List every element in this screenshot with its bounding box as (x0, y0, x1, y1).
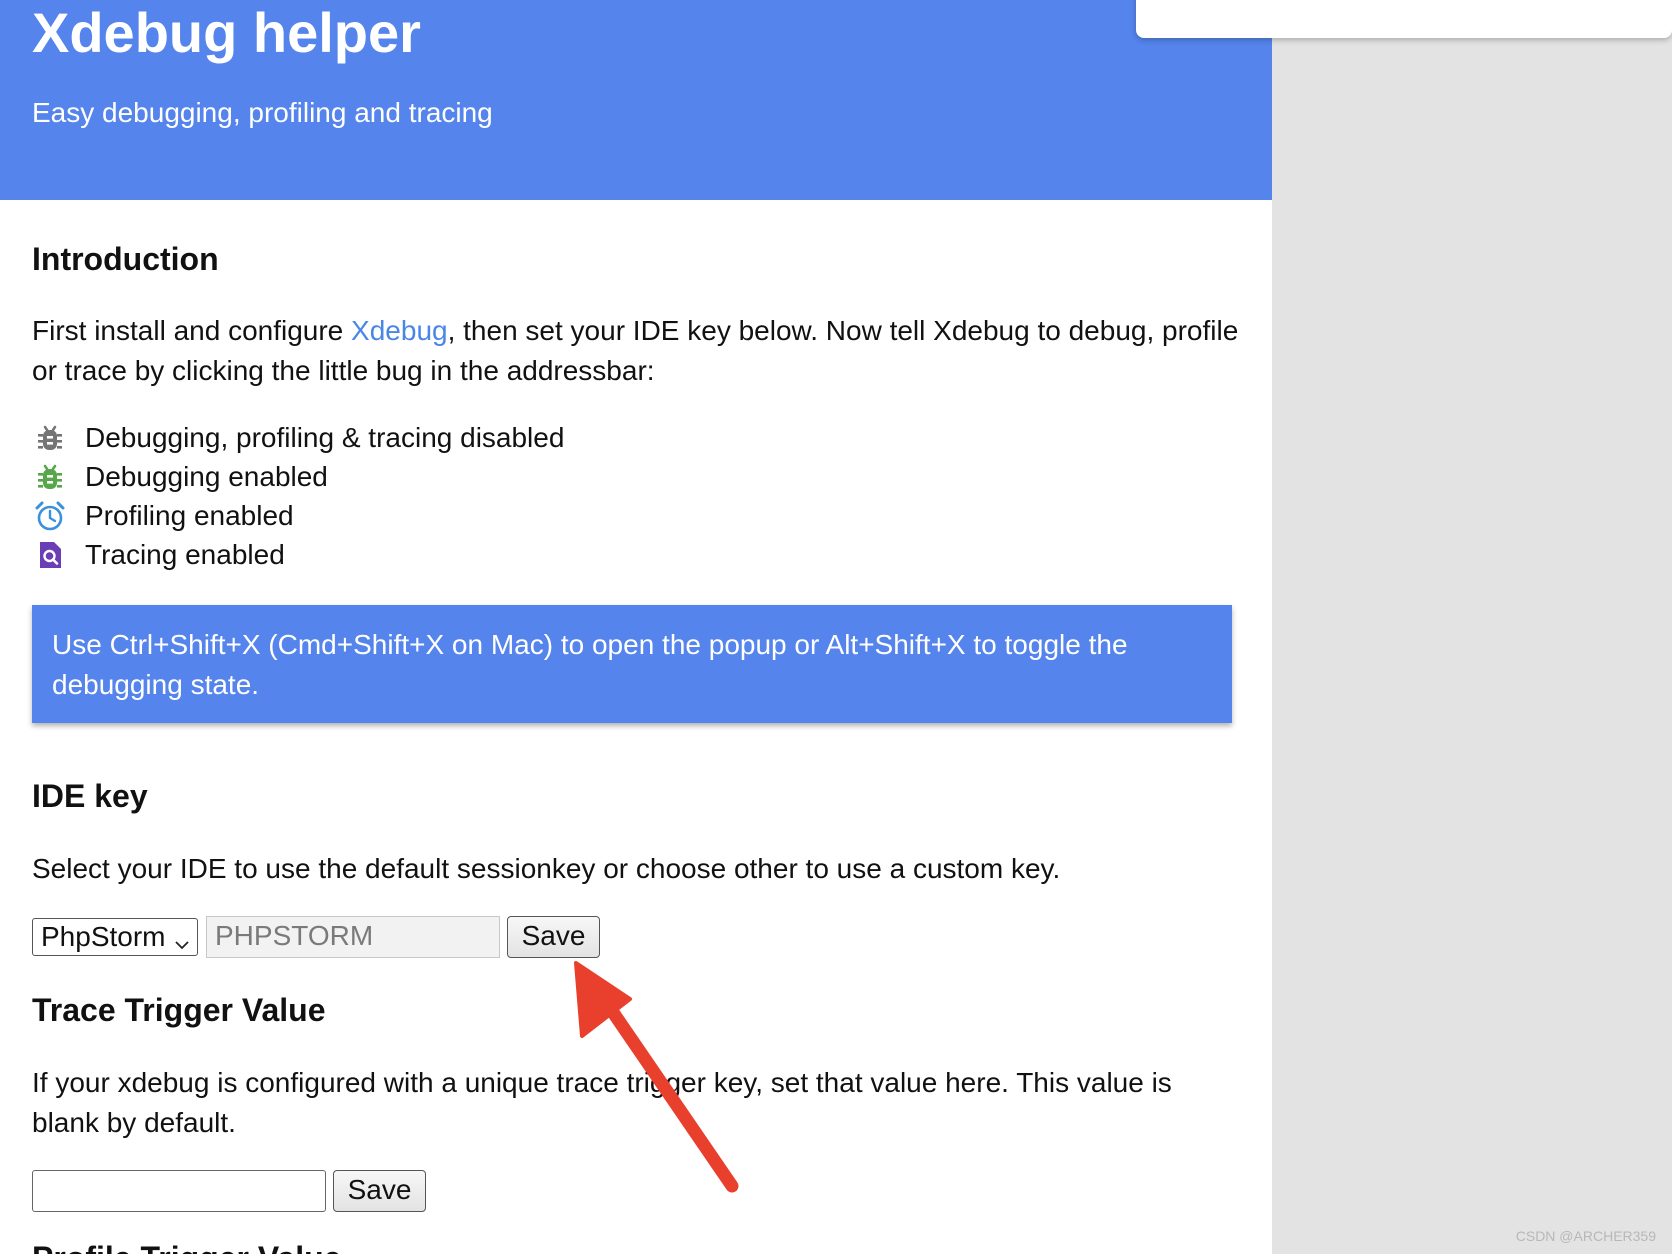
ide-key-input[interactable]: PHPSTORM (206, 916, 500, 958)
introduction-text: First install and configure Xdebug, then… (32, 311, 1242, 391)
options-page: Xdebug helper Easy debugging, profiling … (0, 0, 1272, 1254)
watermark: CSDN @ARCHER359 (1515, 1228, 1656, 1244)
legend-item-profiling: Profiling enabled (32, 496, 564, 535)
page-header: Xdebug helper Easy debugging, profiling … (0, 0, 1272, 200)
trace-trigger-description: If your xdebug is configured with a uniq… (32, 1067, 1172, 1138)
trace-trigger-save-button[interactable]: Save (333, 1170, 426, 1212)
ide-select-value: PhpStorm (41, 921, 166, 952)
page-subtitle: Easy debugging, profiling and tracing (32, 97, 493, 128)
legend-item-disabled: Debugging, profiling & tracing disabled (32, 418, 564, 457)
ide-key-description: Select your IDE to use the default sessi… (32, 853, 1061, 884)
file-search-icon (32, 537, 68, 573)
intro-text-before: First install and configure (32, 315, 352, 346)
bug-green-icon (32, 459, 68, 495)
legend-label: Debugging, profiling & tracing disabled (85, 421, 565, 453)
legend-label: Debugging enabled (85, 460, 328, 492)
profile-trigger-heading: Profile Trigger Value (32, 1238, 341, 1254)
ide-select[interactable]: PhpStorm (32, 918, 198, 956)
chevron-down-icon (173, 928, 191, 950)
trace-trigger-input[interactable] (32, 1170, 326, 1212)
state-legend: Debugging, profiling & tracing disabled … (32, 418, 564, 574)
page-title: Xdebug helper (32, 1, 421, 64)
alarm-clock-icon (32, 498, 68, 534)
legend-item-debugging: Debugging enabled (32, 457, 564, 496)
shortcut-notice: Use Ctrl+Shift+X (Cmd+Shift+X on Mac) to… (32, 605, 1232, 723)
legend-label: Profiling enabled (85, 499, 294, 531)
xdebug-link[interactable]: Xdebug (351, 315, 448, 346)
extension-popup-edge (1136, 0, 1672, 38)
legend-label: Tracing enabled (85, 538, 285, 570)
bug-grey-icon (32, 420, 68, 456)
trace-trigger-heading: Trace Trigger Value (32, 992, 326, 1028)
introduction-heading: Introduction (32, 241, 219, 277)
ide-key-save-button[interactable]: Save (507, 916, 600, 958)
legend-item-tracing: Tracing enabled (32, 535, 564, 574)
ide-key-heading: IDE key (32, 778, 148, 814)
